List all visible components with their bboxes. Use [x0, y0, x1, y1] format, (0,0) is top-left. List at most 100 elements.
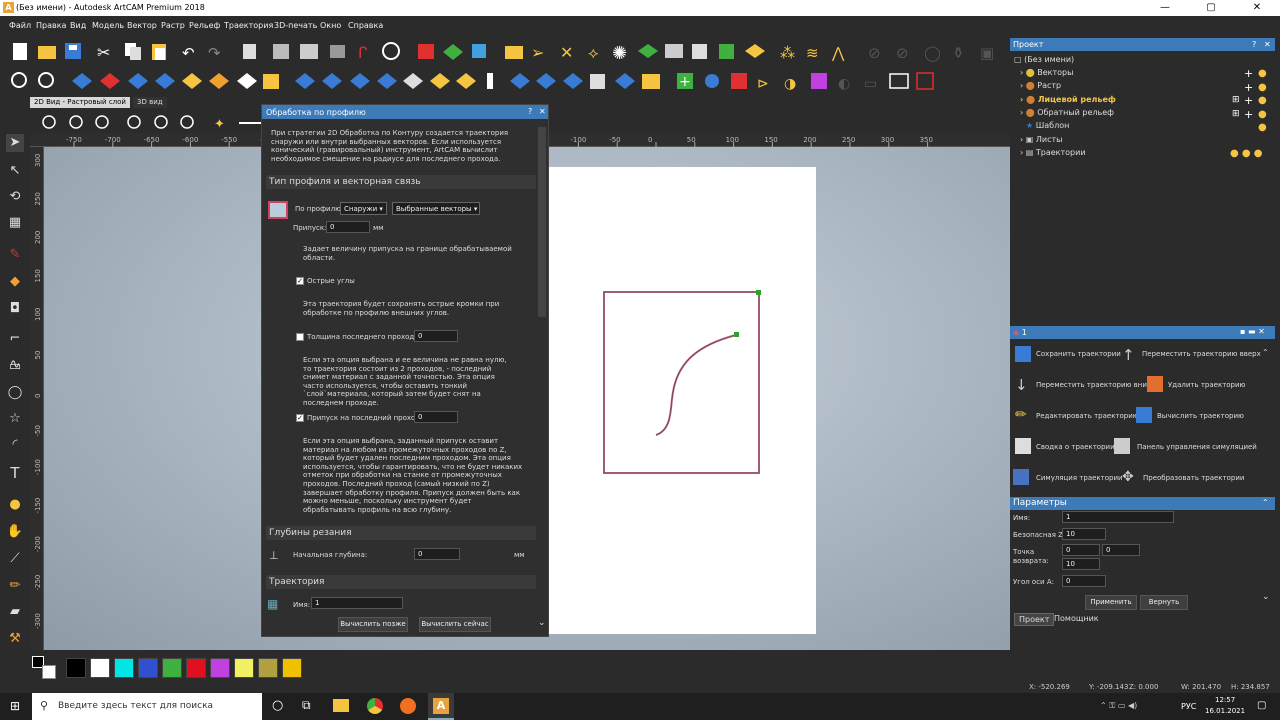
grid-tool-icon[interactable]: ▦	[6, 214, 24, 232]
dialog-close-button[interactable]: ✕	[539, 107, 546, 116]
summary-action[interactable]: Сводка о траектории	[1036, 443, 1115, 451]
sculpt-icon[interactable]: ✋	[6, 523, 24, 541]
param-home-y-input[interactable]: 0	[1102, 544, 1140, 556]
simulation-panel-action[interactable]: Панель управления симуляцией	[1137, 443, 1257, 451]
drop-icon[interactable]: ●	[6, 496, 24, 514]
project-close-button[interactable]: ✕	[1264, 40, 1271, 49]
menu-file[interactable]: Файл	[9, 21, 31, 30]
circle-tool-icon[interactable]: ◯	[6, 384, 24, 402]
tree-item-toolpaths[interactable]: › ▤ Траектории	[1020, 148, 1086, 157]
calc-now-button[interactable]: Вычислить сейчас	[419, 617, 491, 632]
color-swatch[interactable]	[138, 658, 158, 678]
node-edit-icon[interactable]: ↖	[6, 162, 24, 180]
tree-actions-icons[interactable]: + + + +	[1244, 67, 1253, 121]
zoom-icons[interactable]: ✦	[36, 113, 266, 133]
pen-icon[interactable]: ✎	[6, 246, 24, 264]
material-sheet[interactable]	[548, 167, 816, 634]
menu-help[interactable]: Справка	[348, 21, 383, 30]
tree-grid-icons[interactable]: ⊞ ⊞	[1232, 94, 1240, 121]
revert-button[interactable]: Вернуть	[1140, 595, 1188, 610]
arc-tool-icon[interactable]: ◜	[6, 436, 24, 454]
start-depth-input[interactable]: 0	[414, 548, 460, 560]
toolbar-secondary-icons[interactable]: + ⊳ ◑ ◐ ▭	[0, 66, 1010, 98]
scroll-down-icon[interactable]: ⌄	[538, 618, 546, 628]
last-allowance-checkbox[interactable]: ✓	[296, 414, 304, 422]
color-swatch[interactable]	[66, 658, 86, 678]
cortana-icon[interactable]: ○	[272, 698, 283, 713]
tray-icons[interactable]: ⌃ ⚿ ▭ ◀)	[1100, 701, 1137, 711]
param-safez-input[interactable]: 10	[1062, 528, 1106, 540]
panel-scroll-up-icon[interactable]: ⌃	[1262, 348, 1269, 357]
tab-3d-view[interactable]: 3D вид	[133, 97, 167, 108]
color-swatch[interactable]	[210, 658, 230, 678]
color-swatch[interactable]	[186, 658, 206, 678]
profile-side-select[interactable]: Снаружи ▾	[340, 202, 387, 215]
save-toolpath-action[interactable]: Сохранить траектории	[1036, 350, 1121, 358]
explorer-icon[interactable]	[333, 699, 349, 712]
toolpath-name-input[interactable]: 1	[311, 597, 403, 609]
color-swatch[interactable]	[114, 658, 134, 678]
section-profile-type[interactable]: Тип профиля и векторная связь	[266, 175, 536, 189]
start-button[interactable]: ⊞	[10, 699, 20, 713]
dialog-scrollbar[interactable]	[538, 127, 546, 317]
menu-relief[interactable]: Рельеф	[189, 21, 220, 30]
transform-toolpath-action[interactable]: Преобразовать траектории	[1143, 474, 1244, 482]
fill-icon[interactable]: ◆	[6, 273, 24, 291]
menu-window[interactable]: Окно	[320, 21, 341, 30]
project-help-button[interactable]: ?	[1252, 40, 1256, 49]
move-up-action[interactable]: Переместить траекторию вверх	[1142, 350, 1261, 358]
tab-helper[interactable]: Помощник	[1050, 613, 1103, 624]
secondary-color[interactable]	[42, 665, 56, 679]
tree-root[interactable]: ▢ (Без имени)	[1014, 55, 1074, 64]
edit-toolpath-action[interactable]: Редактировать траекторию	[1036, 412, 1139, 420]
taskbar-search[interactable]: ⚲ Введите здесь текст для поиска	[32, 693, 262, 720]
apply-button[interactable]: Применить	[1085, 595, 1137, 610]
sharp-corners-checkbox[interactable]: ✓	[296, 277, 304, 285]
rect-tool-icon[interactable]: ▭	[6, 358, 24, 376]
section-toolpath[interactable]: Траектория	[266, 575, 536, 589]
firefox-icon[interactable]	[400, 698, 416, 714]
menu-vector[interactable]: Вектор	[127, 21, 157, 30]
polyline-icon[interactable]: ⌐	[6, 330, 24, 348]
profile-vectors-select[interactable]: Выбранные векторы ▾	[392, 202, 480, 215]
color-swatch[interactable]	[162, 658, 182, 678]
text-tool-icon[interactable]: T	[6, 464, 24, 482]
select-arrow-icon[interactable]: ➤	[6, 134, 24, 152]
brush-icon[interactable]: ✏	[6, 577, 24, 595]
tree-item-sheets[interactable]: › ▣ Листы	[1020, 135, 1062, 144]
color-swatch[interactable]	[258, 658, 278, 678]
last-pass-checkbox[interactable]	[296, 333, 304, 341]
menu-toolpath[interactable]: Траектория	[224, 21, 273, 30]
param-name-input[interactable]: 1	[1062, 511, 1174, 523]
panel-pin-icon[interactable]: ▪ ▬ ✕	[1240, 327, 1265, 336]
shape-icon[interactable]: ◘	[6, 300, 24, 318]
menu-raster[interactable]: Растр	[161, 21, 185, 30]
calculate-toolpath-action[interactable]: Вычислить траекторию	[1157, 412, 1244, 420]
params-scroll-down-icon[interactable]: ⌄	[1262, 592, 1270, 602]
star-tool-icon[interactable]: ☆	[6, 410, 24, 428]
tab-project[interactable]: Проект	[1014, 613, 1055, 626]
minimize-button[interactable]: —	[1142, 0, 1188, 16]
section-cut-depths[interactable]: Глубины резания	[266, 526, 536, 540]
language-indicator[interactable]: РУС	[1181, 702, 1196, 711]
artcam-taskbar-button[interactable]: A	[428, 693, 454, 720]
color-swatch[interactable]	[282, 658, 302, 678]
allowance-input[interactable]: 0	[326, 221, 370, 233]
tree-item-raster[interactable]: › ⬤ Растр	[1020, 81, 1061, 90]
knife-icon[interactable]: ⟋	[6, 550, 24, 568]
tree-item-template[interactable]: ★ Шаблон	[1026, 121, 1069, 130]
chrome-icon[interactable]	[367, 698, 383, 714]
notifications-icon[interactable]: ▢	[1257, 700, 1266, 711]
tree-item-front-relief[interactable]: › ⬤ Лицевой рельеф	[1020, 95, 1116, 104]
paint-icon[interactable]: ⚒	[6, 630, 24, 648]
menu-edit[interactable]: Правка	[36, 21, 66, 30]
task-view-icon[interactable]: ⧉	[302, 698, 311, 713]
color-swatch[interactable]	[234, 658, 254, 678]
last-allowance-input[interactable]: 0	[414, 411, 458, 423]
maximize-button[interactable]: ▢	[1188, 0, 1234, 16]
color-swatch[interactable]	[90, 658, 110, 678]
profile-tool-icon[interactable]	[268, 201, 288, 219]
tree-item-back-relief[interactable]: › ⬤ Обратный рельеф	[1020, 108, 1114, 117]
tree-item-vectors[interactable]: › ⬤ Векторы	[1020, 68, 1073, 77]
eraser-icon[interactable]: ▰	[6, 603, 24, 621]
